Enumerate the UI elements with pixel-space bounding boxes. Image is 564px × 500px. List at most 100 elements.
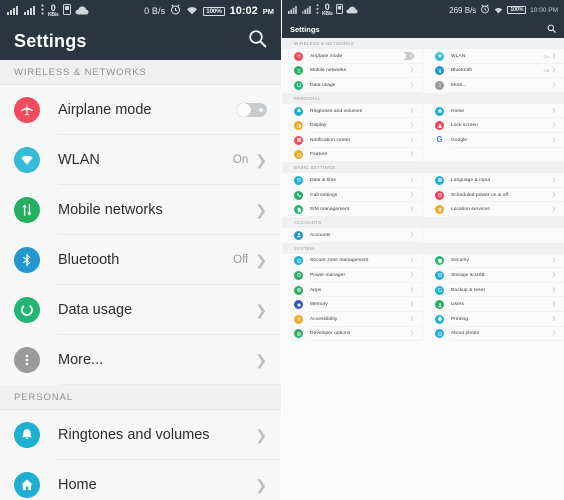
tablet-settings-list[interactable]: WIRELESS & NETWORKS Airplane mode Mobile n… [282,38,564,500]
signal-bars-icon [288,1,299,19]
settings-row[interactable]: About phone ❯ [423,327,564,342]
settings-row[interactable]: Secure zone management ❯ [282,254,422,269]
settings-row[interactable]: Mobile networks ❯ [282,64,422,79]
settings-column-left: Airplane mode Mobile networks ❯ Data usage ❯ [282,49,423,93]
power-schedule-icon [435,190,444,200]
settings-row[interactable]: Bluetooth Off ❯ [423,64,564,79]
chevron-right-icon: ❯ [409,67,414,74]
section-header: WIRELESS & NETWORKS [282,38,564,49]
settings-row[interactable]: Feature ❯ [282,148,422,163]
phone-status-bar: 0 KB/s 0 B/s 100% 10:02 PM [0,0,281,22]
chevron-right-icon: ❯ [551,330,556,337]
wifi-icon [494,1,503,19]
settings-row[interactable]: More... ❯ [0,335,281,385]
chevron-right-icon: ❯ [255,152,267,168]
settings-row[interactable]: G Google ❯ [423,133,564,148]
airplane-mode-toggle[interactable] [398,52,414,61]
settings-row[interactable]: SIM management ❯ [282,202,422,217]
settings-row-label: Display [310,123,327,129]
settings-row-label: Airplane mode [310,53,343,59]
power-icon [294,270,303,280]
data-usage-icon [294,80,303,90]
settings-row[interactable]: Location services ❯ [423,202,564,217]
settings-row[interactable]: Notification center ❯ [282,133,422,148]
settings-row-label: Power manager [310,272,346,278]
battery-percent: 100% [203,6,225,16]
settings-row[interactable]: Apps ❯ [282,283,422,298]
more-dots-icon [435,80,444,90]
settings-row[interactable]: Power manager ❯ [282,268,422,283]
settings-row[interactable]: Scheduled power on & off ❯ [423,188,564,203]
settings-row-label: Scheduled power on & off [451,192,509,198]
chevron-right-icon: ❯ [551,257,556,264]
status-clock: 10:00 PM [530,6,558,14]
chevron-right-icon: ❯ [551,206,556,213]
settings-row[interactable]: WLAN On ❯ [0,135,281,185]
settings-row[interactable]: Data usage ❯ [282,78,422,93]
chevron-right-icon: ❯ [551,301,556,308]
settings-row[interactable]: Lock screen ❯ [423,118,564,133]
settings-row-label: More... [451,82,467,88]
settings-row-label: Security [451,258,470,264]
search-icon[interactable] [547,20,556,38]
settings-row[interactable]: WLAN On ❯ [423,49,564,64]
settings-row[interactable]: Storage & USB ❯ [423,268,564,283]
chevron-right-icon: ❯ [409,191,414,198]
lock-icon [435,121,444,131]
developer-icon [294,329,303,339]
status-clock: 10:02 [229,5,258,17]
settings-row-label: Mobile networks [58,202,163,218]
settings-row[interactable]: Language & input ❯ [423,173,564,188]
settings-row[interactable]: Bluetooth Off ❯ [0,235,281,285]
settings-row[interactable]: Memory ❯ [282,297,422,312]
page-title: Settings [290,24,320,34]
settings-row[interactable]: Data usage ❯ [0,285,281,335]
settings-row[interactable]: Accounts ❯ [282,228,422,243]
phone-settings-list[interactable]: WIRELESS & NETWORKS Airplane mode WLAN On ❯ M… [0,60,281,500]
backup-icon [435,285,444,295]
settings-row-label: Notification center [310,137,351,143]
settings-row[interactable]: Airplane mode [0,85,281,135]
section-header: SYSTEM [282,242,564,254]
search-icon[interactable] [248,29,267,53]
settings-row[interactable]: Call settings ❯ [282,188,422,203]
sim-card-icon [335,1,343,19]
settings-row[interactable]: Display ❯ [282,118,422,133]
settings-row-label: Bluetooth [451,68,473,74]
settings-row[interactable]: Accessibility ❯ [282,312,422,327]
settings-row[interactable]: Date & time ❯ [282,173,422,188]
chevron-right-icon: ❯ [409,257,414,264]
settings-row[interactable]: Airplane mode [282,49,422,64]
settings-row[interactable]: Home ❯ [0,460,281,500]
settings-row-value: Off [233,254,249,266]
settings-row-label: Ringtones and volumes [310,108,363,114]
mobile-data-icon [294,66,303,76]
settings-row-label: Google [451,137,468,143]
settings-row-label: Data usage [310,82,336,88]
settings-row[interactable]: Mobile networks ❯ [0,185,281,235]
settings-row[interactable]: Printing ❯ [423,312,564,327]
settings-row-value: On [232,154,249,166]
settings-row[interactable]: Backup & reset ❯ [423,283,564,298]
chevron-right-icon: ❯ [409,315,414,322]
settings-row[interactable]: Developer options ❯ [282,327,422,342]
settings-row[interactable]: Users ❯ [423,297,564,312]
settings-row[interactable]: Ringtones and volumes ❯ [0,410,281,460]
chevron-right-icon: ❯ [551,122,556,129]
settings-column-right [423,228,564,243]
airplane-mode-toggle[interactable] [237,103,267,117]
signal-bars-icon-2 [302,1,313,19]
apps-icon [294,285,303,295]
chevron-right-icon: ❯ [551,81,556,88]
section-header: PERSONAL [0,385,281,410]
settings-row-label: Bluetooth [58,252,120,268]
chevron-right-icon: ❯ [409,330,414,337]
settings-row[interactable]: Ringtones and volumes ❯ [282,104,422,119]
settings-row[interactable]: Home ❯ [423,104,564,119]
chevron-right-icon: ❯ [551,107,556,114]
status-clock-ampm: PM [262,6,274,16]
network-speed: 0 B/s [144,6,166,16]
settings-row[interactable]: Security ❯ [423,254,564,269]
account-icon [294,230,303,240]
settings-row[interactable]: More... ❯ [423,78,564,93]
